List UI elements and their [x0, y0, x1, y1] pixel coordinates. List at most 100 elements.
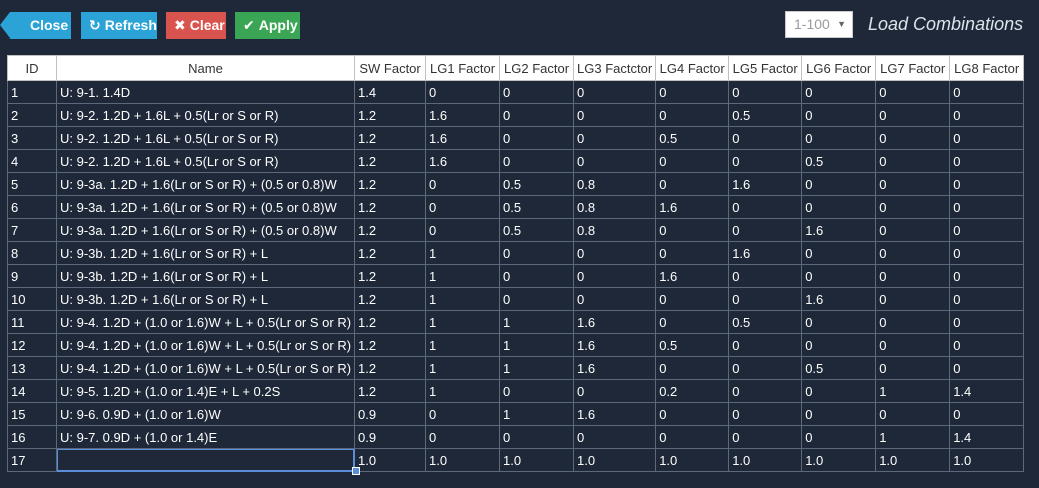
- factor-cell[interactable]: 0: [728, 379, 803, 403]
- factor-cell[interactable]: 0: [875, 80, 951, 104]
- factor-cell[interactable]: 0: [573, 149, 657, 173]
- factor-cell[interactable]: 0: [875, 195, 951, 219]
- factor-cell[interactable]: 1.6: [573, 310, 657, 334]
- factor-cell[interactable]: 0.9: [354, 402, 427, 426]
- factor-cell[interactable]: 0: [425, 195, 501, 219]
- factor-cell[interactable]: 1: [425, 333, 501, 357]
- factor-cell[interactable]: 0: [655, 425, 730, 449]
- factor-cell[interactable]: 1: [425, 356, 501, 380]
- factor-cell[interactable]: 0: [499, 103, 575, 127]
- factor-cell[interactable]: 0.8: [573, 218, 657, 242]
- factor-cell[interactable]: 1.6: [425, 149, 501, 173]
- factor-cell[interactable]: 0: [425, 402, 501, 426]
- factor-cell[interactable]: 0: [801, 103, 877, 127]
- name-cell[interactable]: U: 9-3a. 1.2D + 1.6(Lr or S or R) + (0.5…: [55, 218, 356, 242]
- column-header[interactable]: Name: [55, 55, 356, 81]
- column-header[interactable]: ID: [7, 55, 57, 81]
- range-select[interactable]: 1-100 ▼: [785, 11, 853, 38]
- column-header[interactable]: LG7 Factor: [875, 55, 951, 81]
- column-header[interactable]: LG5 Factor: [728, 55, 803, 81]
- factor-cell[interactable]: 1.2: [354, 287, 427, 311]
- factor-cell[interactable]: 0: [801, 425, 877, 449]
- factor-cell[interactable]: 0.2: [655, 379, 730, 403]
- factor-cell[interactable]: 1.2: [354, 241, 427, 265]
- factor-cell[interactable]: 0: [499, 264, 575, 288]
- factor-cell[interactable]: 0: [875, 149, 951, 173]
- column-header[interactable]: LG4 Factor: [655, 55, 730, 81]
- factor-cell[interactable]: 0: [655, 402, 730, 426]
- factor-cell[interactable]: 0: [499, 80, 575, 104]
- factor-cell[interactable]: 1.6: [573, 333, 657, 357]
- factor-cell[interactable]: 0: [949, 126, 1025, 150]
- name-cell[interactable]: U: 9-3a. 1.2D + 1.6(Lr or S or R) + (0.5…: [55, 195, 356, 219]
- factor-cell[interactable]: 1.2: [354, 172, 427, 196]
- factor-cell[interactable]: 1.2: [354, 264, 427, 288]
- factor-cell[interactable]: 1.2: [354, 126, 427, 150]
- factor-cell[interactable]: 0.5: [801, 149, 877, 173]
- factor-cell[interactable]: 0: [655, 287, 730, 311]
- factor-cell[interactable]: 0: [875, 126, 951, 150]
- factor-cell[interactable]: 1.6: [655, 264, 730, 288]
- name-cell[interactable]: U: 9-2. 1.2D + 1.6L + 0.5(Lr or S or R): [55, 126, 356, 150]
- column-header[interactable]: LG6 Factor: [801, 55, 877, 81]
- factor-cell[interactable]: 0: [499, 425, 575, 449]
- factor-cell[interactable]: 0: [949, 103, 1025, 127]
- factor-cell[interactable]: 1.0: [875, 448, 951, 472]
- name-cell[interactable]: U: 9-7. 0.9D + (1.0 or 1.4)E: [55, 425, 356, 449]
- factor-cell[interactable]: 0: [655, 241, 730, 265]
- name-cell[interactable]: [55, 448, 356, 472]
- factor-cell[interactable]: 1: [425, 379, 501, 403]
- factor-cell[interactable]: 0: [875, 218, 951, 242]
- factor-cell[interactable]: 1.6: [728, 241, 803, 265]
- factor-cell[interactable]: 1.2: [354, 333, 427, 357]
- factor-cell[interactable]: 0: [875, 103, 951, 127]
- factor-cell[interactable]: 0: [655, 310, 730, 334]
- name-cell[interactable]: U: 9-4. 1.2D + (1.0 or 1.6)W + L + 0.5(L…: [55, 356, 356, 380]
- column-header[interactable]: SW Factor: [354, 55, 427, 81]
- factor-cell[interactable]: 0: [499, 241, 575, 265]
- factor-cell[interactable]: 0: [425, 425, 501, 449]
- factor-cell[interactable]: 0: [728, 287, 803, 311]
- factor-cell[interactable]: 1.0: [949, 448, 1025, 472]
- factor-cell[interactable]: 0: [801, 264, 877, 288]
- factor-cell[interactable]: 0.9: [354, 425, 427, 449]
- factor-cell[interactable]: 0: [875, 402, 951, 426]
- factor-cell[interactable]: 0: [875, 310, 951, 334]
- factor-cell[interactable]: 0: [655, 218, 730, 242]
- factor-cell[interactable]: 0.5: [499, 218, 575, 242]
- factor-cell[interactable]: 0: [801, 195, 877, 219]
- factor-cell[interactable]: 1: [499, 333, 575, 357]
- factor-cell[interactable]: 0: [573, 126, 657, 150]
- factor-cell[interactable]: 0: [801, 310, 877, 334]
- factor-cell[interactable]: 1.0: [655, 448, 730, 472]
- column-header[interactable]: LG1 Factor: [425, 55, 501, 81]
- factor-cell[interactable]: 0: [655, 356, 730, 380]
- factor-cell[interactable]: 0: [499, 379, 575, 403]
- factor-cell[interactable]: 0: [875, 333, 951, 357]
- name-cell[interactable]: U: 9-3b. 1.2D + 1.6(Lr or S or R) + L: [55, 287, 356, 311]
- factor-cell[interactable]: 1: [499, 310, 575, 334]
- factor-cell[interactable]: 0: [573, 379, 657, 403]
- factor-cell[interactable]: 0.5: [655, 126, 730, 150]
- factor-cell[interactable]: 1.6: [655, 195, 730, 219]
- factor-cell[interactable]: 1.4: [949, 379, 1025, 403]
- factor-cell[interactable]: 0: [801, 80, 877, 104]
- factor-cell[interactable]: 0: [949, 80, 1025, 104]
- factor-cell[interactable]: 1.2: [354, 103, 427, 127]
- factor-cell[interactable]: 0: [949, 264, 1025, 288]
- factor-cell[interactable]: 0: [801, 126, 877, 150]
- factor-cell[interactable]: 1.0: [573, 448, 657, 472]
- factor-cell[interactable]: 0: [801, 402, 877, 426]
- factor-cell[interactable]: 0: [728, 333, 803, 357]
- name-cell[interactable]: U: 9-3b. 1.2D + 1.6(Lr or S or R) + L: [55, 264, 356, 288]
- column-header[interactable]: LG8 Factor: [949, 55, 1025, 81]
- clear-button[interactable]: ✖ Clear: [166, 12, 226, 39]
- factor-cell[interactable]: 1.6: [728, 172, 803, 196]
- factor-cell[interactable]: 0: [875, 241, 951, 265]
- factor-cell[interactable]: 1.2: [354, 379, 427, 403]
- factor-cell[interactable]: 1: [425, 241, 501, 265]
- factor-cell[interactable]: 1: [499, 402, 575, 426]
- factor-cell[interactable]: 1.0: [728, 448, 803, 472]
- name-cell[interactable]: U: 9-3b. 1.2D + 1.6(Lr or S or R) + L: [55, 241, 356, 265]
- factor-cell[interactable]: 0: [801, 333, 877, 357]
